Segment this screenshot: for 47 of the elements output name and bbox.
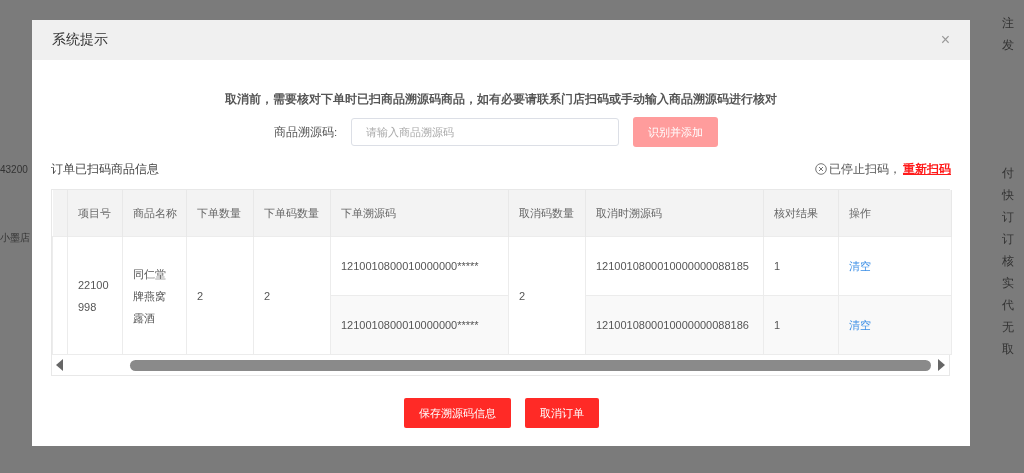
page-text: 注 [1002, 15, 1015, 32]
page-text: 43200 [0, 163, 29, 177]
action-button[interactable]: 保存溯源码信息 [403, 398, 511, 428]
rescan-link[interactable]: 重新扫码 [903, 160, 951, 178]
page-text: 订 [1002, 209, 1015, 226]
column-header: 商品名称 [122, 190, 187, 237]
table-cell: 1 [763, 236, 839, 296]
action-button[interactable]: 取消订单 [524, 398, 599, 428]
page-text: 订 [1002, 231, 1015, 248]
column-header: 核对结果 [763, 190, 839, 237]
close-icon[interactable]: × [940, 31, 950, 49]
section-title: 订单已扫码商品信息 [51, 160, 159, 178]
page-text: 取 [1002, 341, 1015, 358]
field-label: 商品溯源码: [273, 124, 338, 140]
scan-status: 已停止扫码， [829, 160, 901, 178]
table-cell: 2 [508, 236, 586, 355]
dialog-title: 系统提示 [52, 31, 108, 49]
notice-text: 取消前，需要核对下单时已扫商品溯源码商品，如有必要请联系门店扫码或手动输入商品溯源码进行核对 [224, 92, 778, 107]
page-text: 实 [1002, 275, 1015, 292]
table-cell: 2 [253, 236, 331, 355]
trace-code-field[interactable]: 请输入商品溯源码 [351, 118, 620, 146]
scroll-left-icon[interactable] [56, 359, 64, 371]
page-text: 代 [1002, 297, 1015, 314]
column-header: 下单溯源码 [330, 190, 509, 237]
column-header: 取消码数量 [508, 190, 586, 237]
page-text: 核 [1002, 253, 1015, 270]
table-cell: 1 [763, 295, 839, 355]
table-cell: 同仁堂牌燕窝露酒 [122, 236, 187, 355]
column-header: 操作 [838, 190, 952, 237]
scrollbar-thumb[interactable] [130, 359, 931, 371]
page-text: 无 [1002, 319, 1015, 336]
table-cell: 22100998 [67, 236, 123, 355]
column-header: 取消时溯源码 [585, 190, 764, 237]
table-cell: 1210010800010000000***** [330, 295, 509, 355]
table-cell: 1210010800010000000088186 [585, 295, 764, 355]
table-cell: 1210010800010000000***** [330, 236, 509, 296]
column-header: 下单码数量 [253, 190, 331, 237]
clear-link[interactable]: 清空 [849, 319, 871, 331]
column-header: 项目号 [67, 190, 123, 237]
table-cell: 2 [186, 236, 254, 355]
column-header: 下单数量 [186, 190, 254, 237]
table-cell: 1210010800010000000088185 [585, 236, 764, 296]
clear-link[interactable]: 清空 [849, 260, 871, 272]
scroll-right-icon[interactable] [937, 359, 945, 371]
page-text: 快 [1002, 187, 1015, 204]
page-text: 发 [1002, 37, 1015, 54]
page-text: 付 [1002, 165, 1015, 182]
